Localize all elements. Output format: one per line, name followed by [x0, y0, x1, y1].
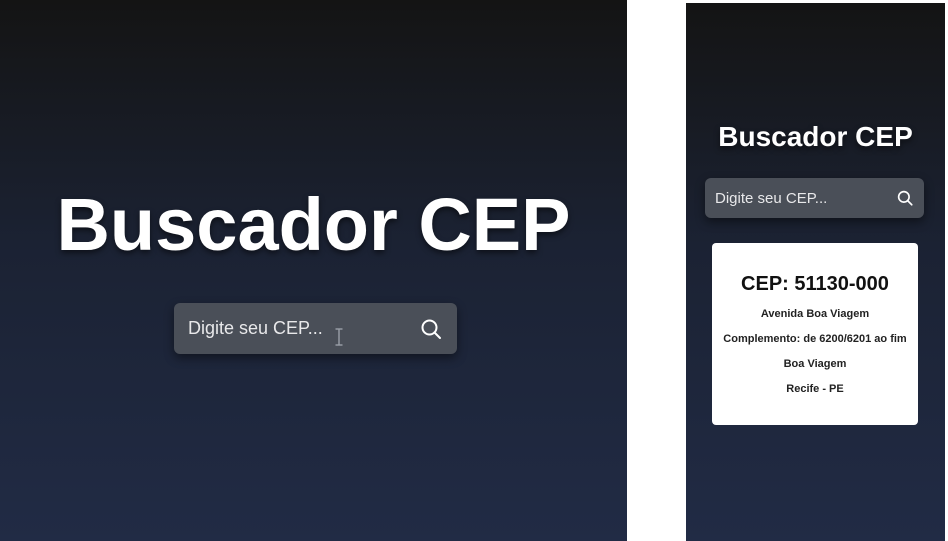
- search-input[interactable]: [715, 189, 896, 207]
- bairro-text: Boa Viagem: [783, 358, 847, 370]
- logradouro-text: Avenida Boa Viagem: [760, 308, 870, 320]
- result-card: CEP: 51130-000 Avenida Boa Viagem Comple…: [712, 243, 918, 425]
- search-icon[interactable]: [419, 317, 443, 341]
- cidade-uf-text: Recife - PE: [786, 383, 844, 395]
- complemento-text: Complemento: de 6200/6201 ao fim: [723, 333, 907, 345]
- search-box: [705, 178, 924, 218]
- search-input[interactable]: [188, 318, 419, 339]
- cep-heading: CEP: 51130-000: [741, 273, 889, 295]
- search-icon[interactable]: [896, 189, 914, 207]
- page-title: Buscador CEP: [718, 121, 913, 152]
- text-cursor-icon: [335, 328, 343, 346]
- page-title: Buscador CEP: [56, 183, 571, 266]
- desktop-view: Buscador CEP: [0, 0, 627, 541]
- mobile-view: Buscador CEP CEP: 51130-000 Avenida Boa …: [686, 3, 945, 541]
- search-box: [174, 303, 457, 354]
